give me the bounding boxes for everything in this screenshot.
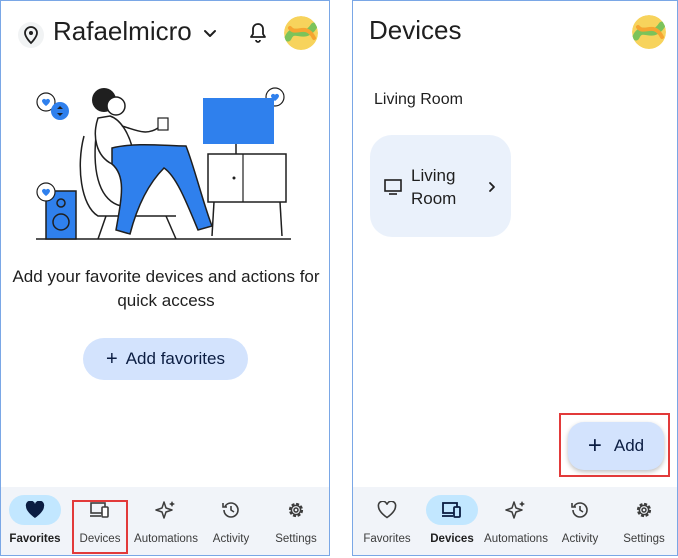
gear-icon (636, 502, 652, 518)
account-avatar[interactable] (632, 15, 666, 49)
notifications-bell-icon[interactable] (246, 21, 270, 45)
nav-icon-container (554, 495, 606, 525)
room-section-title: Living Room (374, 91, 463, 108)
empty-favorites-message: Add your favorite devices and actions fo… (12, 267, 320, 310)
sparkle-icon (505, 501, 525, 519)
nav-icon-container (618, 495, 670, 525)
add-favorites-label: Add favorites (125, 349, 225, 368)
location-pin-icon[interactable] (17, 21, 45, 49)
devices-tab-highlight (72, 500, 128, 554)
sparkle-icon (155, 501, 175, 519)
nav-item-settings[interactable]: Settings (263, 487, 329, 555)
nav-icon-container (140, 495, 192, 525)
nav-icon-container (490, 495, 542, 525)
nav-active-indicator (426, 495, 478, 525)
history-icon (571, 502, 588, 518)
nav-label-settings: Settings (275, 533, 317, 545)
add-favorites-button[interactable]: + Add favorites (83, 338, 248, 380)
devices-screen: Devices Living Room Living Room + Add Fa… (352, 0, 678, 556)
tv-icon (384, 179, 402, 195)
page-title: Devices (369, 15, 462, 45)
chevron-right-icon (489, 182, 495, 192)
room-card-label: Living Room (411, 166, 457, 208)
nav-item-settings[interactable]: Settings (611, 487, 677, 555)
home-header: Rafaelmicro (1, 1, 329, 65)
bottom-navigation: Favorites Devices Automations Activity S… (353, 487, 677, 555)
nav-active-indicator (9, 495, 61, 525)
nav-icon-container (361, 495, 413, 525)
favorites-screen: Rafaelmicro Add your favorite devices an… (0, 0, 330, 556)
home-name-title[interactable]: Rafaelmicro (53, 16, 192, 47)
plus-icon: + (106, 348, 118, 370)
nav-icon-container (270, 495, 322, 525)
room-card-living-room[interactable]: Living Room (370, 135, 511, 237)
nav-label-settings: Settings (623, 533, 665, 545)
add-fab-highlight (559, 413, 670, 477)
heart-outline-icon (377, 501, 397, 519)
avatar-image-icon (284, 16, 318, 50)
bottom-navigation: Favorites Devices Automations Activity S… (1, 487, 329, 555)
devices-icon (442, 502, 461, 518)
heart-icon (25, 501, 45, 518)
chevron-down-icon[interactable] (201, 24, 219, 42)
empty-favorites-illustration (36, 87, 291, 240)
account-avatar[interactable] (284, 16, 318, 50)
history-icon (222, 502, 239, 518)
avatar-image-icon (632, 15, 666, 49)
gear-icon (288, 502, 304, 518)
nav-icon-container (205, 495, 257, 525)
